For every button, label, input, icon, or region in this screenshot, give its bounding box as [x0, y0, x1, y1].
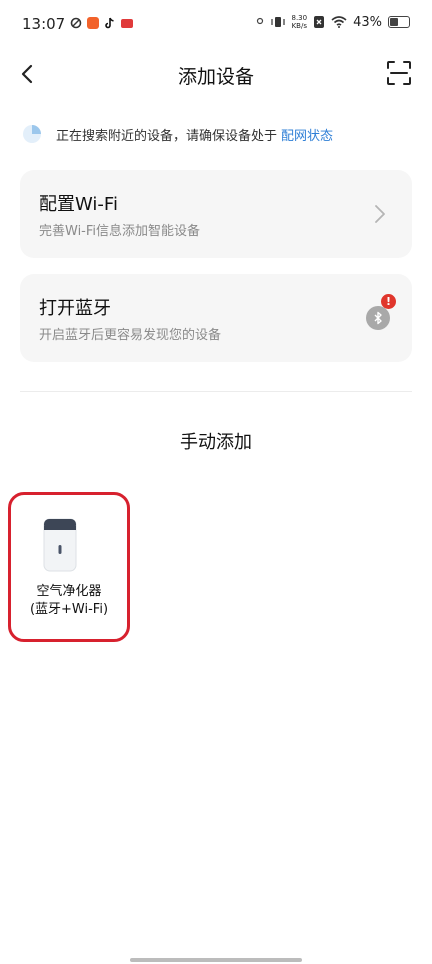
- searching-spinner-icon: [23, 125, 41, 143]
- device-tile-air-purifier[interactable]: 空气净化器 (蓝牙+Wi-Fi): [8, 492, 130, 642]
- network-speed-value: 8.30: [291, 14, 308, 22]
- tiktok-icon: [105, 17, 114, 29]
- configure-wifi-card[interactable]: 配置Wi-Fi 完善Wi-Fi信息添加智能设备: [20, 170, 412, 258]
- device-name: 空气净化器 (蓝牙+Wi-Fi): [11, 583, 127, 619]
- network-speed: 8.30 KB/s: [292, 14, 308, 30]
- search-status-text: 正在搜索附近的设备，请确保设备处于: [56, 128, 278, 144]
- enable-bluetooth-title: 打开蓝牙: [39, 298, 111, 319]
- bluetooth-icon: [366, 306, 390, 330]
- divider: [20, 391, 412, 392]
- enable-bluetooth-card[interactable]: 打开蓝牙 开启蓝牙后更容易发现您的设备 !: [20, 274, 412, 362]
- status-app-icons: [70, 17, 133, 29]
- status-indicators: 8.30 KB/s 43%: [256, 14, 410, 30]
- search-status: 正在搜索附近的设备，请确保设备处于 配网状态: [22, 124, 333, 144]
- location-icon: [256, 17, 263, 25]
- status-time: 13:07: [22, 15, 66, 33]
- chevron-right-icon: [375, 205, 385, 223]
- battery-percent: 43%: [353, 14, 382, 30]
- battery-icon: [388, 16, 410, 28]
- air-purifier-image: [43, 518, 77, 572]
- configure-wifi-subtitle: 完善Wi-Fi信息添加智能设备: [39, 224, 201, 239]
- status-bar: 13:07 8.30 KB/s 43%: [0, 0, 432, 50]
- configure-wifi-title: 配置Wi-Fi: [39, 194, 118, 215]
- news-app-icon: [121, 18, 133, 28]
- home-indicator[interactable]: [130, 958, 302, 962]
- sync-icon: [70, 17, 82, 29]
- enable-bluetooth-subtitle: 开启蓝牙后更容易发现您的设备: [39, 328, 222, 343]
- alert-badge-icon: !: [381, 294, 396, 309]
- no-sim-icon: [314, 16, 325, 28]
- vibrate-icon: [270, 17, 285, 27]
- device-name-line2: (蓝牙+Wi-Fi): [29, 602, 109, 617]
- scan-button[interactable]: [386, 60, 412, 86]
- app-notification-icon: [87, 17, 99, 29]
- bluetooth-status[interactable]: !: [366, 294, 396, 330]
- network-speed-unit: KB/s: [291, 22, 307, 30]
- device-name-line1: 空气净化器: [36, 584, 102, 599]
- header: 添加设备: [0, 50, 432, 100]
- wifi-icon: [331, 16, 347, 28]
- page-title: 添加设备: [177, 66, 254, 88]
- pairing-mode-link[interactable]: 配网状态: [281, 125, 333, 144]
- manual-add-title: 手动添加: [180, 432, 252, 453]
